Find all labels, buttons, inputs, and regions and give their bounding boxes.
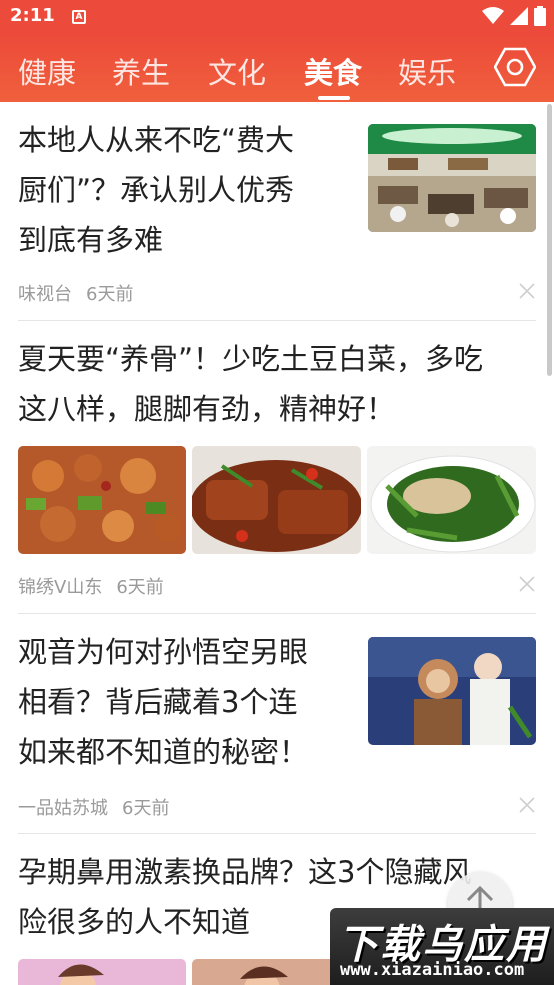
category-tab-bar: 健康 养生 文化 美食 娱乐 xyxy=(0,34,554,102)
dismiss-icon[interactable] xyxy=(518,575,536,593)
article-time: 6天前 xyxy=(116,577,164,598)
article-card[interactable]: 本地人从来不吃“费大 厨们”？承认别人优秀 到底有多难 味视台 6天前 xyxy=(0,102,554,321)
settings-icon[interactable] xyxy=(494,46,536,88)
active-tab-indicator xyxy=(318,96,350,100)
spinach-dish-photo xyxy=(367,446,536,554)
journey-west-photo xyxy=(368,637,536,745)
tab-food[interactable]: 美食 xyxy=(304,50,362,92)
article-meta: 锦绣V山东 6天前 xyxy=(18,573,164,599)
dismiss-icon[interactable] xyxy=(518,282,536,300)
watermark-logo: 下载乌应用 www.xiazainiao.com xyxy=(330,908,554,985)
title-line: 观音为何对孙悟空另眼 xyxy=(18,635,309,669)
news-feed: 本地人从来不吃“费大 厨们”？承认别人优秀 到底有多难 味视台 6天前 夏天要“… xyxy=(0,102,554,985)
notification-app-icon: A xyxy=(72,10,86,24)
wifi-icon xyxy=(482,7,504,24)
article-meta: 味视台 6天前 xyxy=(18,280,133,306)
article-source: 味视台 xyxy=(18,284,72,305)
article-source: 一品姑苏城 xyxy=(18,798,108,819)
title-line: 到底有多难 xyxy=(18,223,164,257)
title-line: 本地人从来不吃“费大 xyxy=(18,123,295,157)
braised-fish-photo xyxy=(192,446,361,554)
battery-icon xyxy=(534,6,546,26)
tab-entertainment[interactable]: 娱乐 xyxy=(398,50,456,92)
article-title: 夏天要“养骨”！少吃土豆白菜，多吃 这八样，腿脚有劲，精神好！ xyxy=(18,334,538,434)
restaurant-photo xyxy=(368,124,536,232)
title-line: 如来都不知道的秘密！ xyxy=(18,735,309,769)
status-icons xyxy=(482,6,546,26)
status-bar: 2:11 A xyxy=(0,0,554,34)
tab-health[interactable]: 健康 xyxy=(18,50,76,92)
article-time: 6天前 xyxy=(122,798,170,819)
article-meta: 一品姑苏城 6天前 xyxy=(18,794,169,820)
title-line: 厨们”？承认别人优秀 xyxy=(18,173,295,207)
article-card[interactable]: 观音为何对孙悟空另眼 相看？背后藏着3个连 如来都不知道的秘密！ 一品姑苏城 6天… xyxy=(0,614,554,834)
article-title: 观音为何对孙悟空另眼 相看？背后藏着3个连 如来都不知道的秘密！ xyxy=(18,627,348,777)
article-title: 本地人从来不吃“费大 厨们”？承认别人优秀 到底有多难 xyxy=(18,115,348,265)
article-source: 锦绣V山东 xyxy=(18,577,103,598)
signal-icon xyxy=(510,7,528,25)
article-card[interactable]: 夏天要“养骨”！少吃土豆白菜，多吃 这八样，腿脚有劲，精神好！ 锦绣V山东 6天… xyxy=(0,321,554,614)
pregnant-cartoon-1 xyxy=(18,959,186,985)
status-time: 2:11 xyxy=(10,5,55,26)
scrollbar[interactable] xyxy=(547,104,552,376)
article-time: 6天前 xyxy=(86,284,134,305)
watermark-url: www.xiazainiao.com xyxy=(340,960,525,980)
tab-wellness[interactable]: 养生 xyxy=(112,50,170,92)
tab-culture[interactable]: 文化 xyxy=(208,50,266,92)
title-line: 这八样，腿脚有劲，精神好！ xyxy=(18,392,396,426)
chicken-dish-photo xyxy=(18,446,186,554)
title-line: 相看？背后藏着3个连 xyxy=(18,685,298,719)
title-line: 夏天要“养骨”！少吃土豆白菜，多吃 xyxy=(18,342,484,376)
dismiss-icon[interactable] xyxy=(518,796,536,814)
